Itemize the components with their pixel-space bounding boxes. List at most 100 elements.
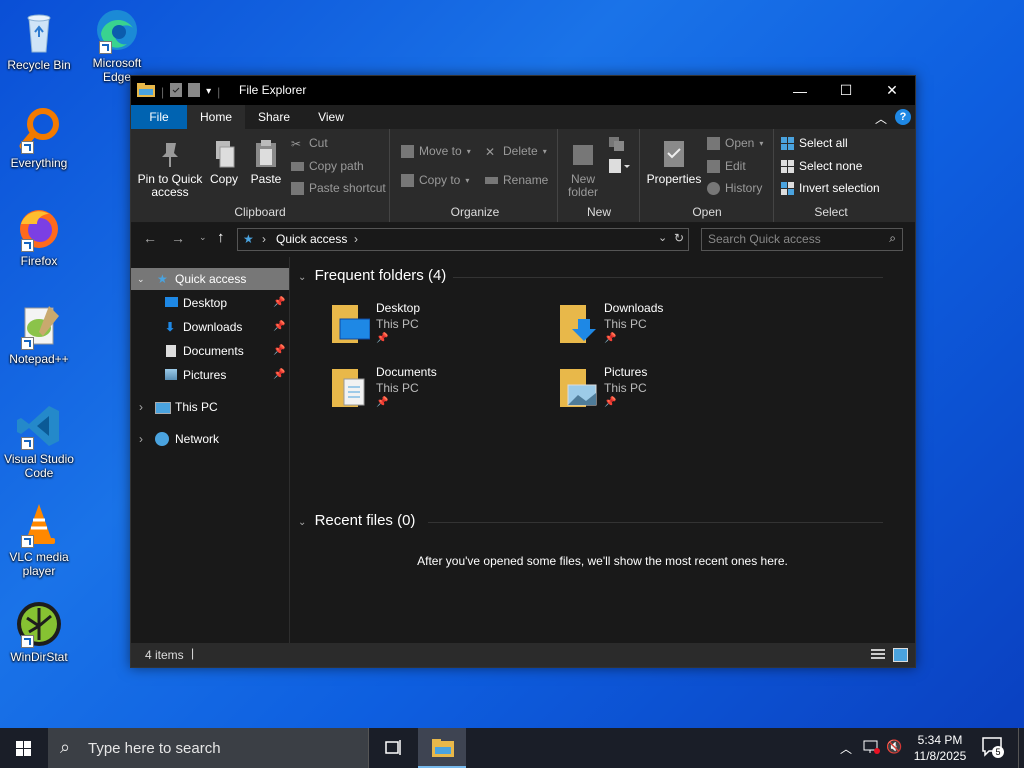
nav-item-documents[interactable]: Documents 📌 [131, 340, 289, 362]
tab-share[interactable]: Share [245, 105, 303, 129]
nav-item-network[interactable]: › Network [131, 428, 289, 450]
delete-button[interactable]: ✕ Delete ▾ [485, 144, 547, 159]
customize-qat-icon[interactable]: ▾ [206, 86, 211, 97]
desktop-icon-vlc[interactable]: VLC media player [0, 500, 78, 578]
select-all-button[interactable]: Select all [781, 136, 848, 150]
nav-item-pictures[interactable]: Pictures 📌 [131, 364, 289, 386]
cut-button[interactable]: ✂ Cut [291, 136, 328, 151]
expand-chevron-icon[interactable]: ⌄ [137, 268, 145, 290]
folder-name: Documents [376, 365, 437, 379]
folder-tile-documents[interactable]: Documents This PC 📌 [330, 365, 550, 421]
large-icons-view-icon[interactable] [893, 648, 908, 662]
pin-to-quick-access-button[interactable]: Pin to Quick access [137, 139, 203, 199]
copy-path-button[interactable]: Copy path [291, 159, 364, 173]
collapse-ribbon-icon[interactable]: ︿ [875, 110, 887, 127]
copy-label: Copy [209, 172, 238, 186]
frequent-folders-header[interactable]: ⌄ Frequent folders (4) [298, 267, 883, 284]
chevron-right-icon[interactable]: › [139, 428, 143, 450]
desktop-icon-vscode[interactable]: Visual Studio Code [0, 402, 78, 480]
task-view-button[interactable] [372, 728, 412, 768]
rename-label: Rename [503, 173, 549, 187]
start-button[interactable] [0, 728, 48, 768]
edge-icon [93, 6, 141, 54]
show-hidden-icons-button[interactable]: ︿ [840, 740, 852, 757]
history-button[interactable]: History [707, 181, 762, 195]
rename-button[interactable]: Rename [485, 173, 548, 187]
navigation-pane: ⌄ ★ Quick access Desktop 📌 ⬇ Downloads 📌… [131, 257, 290, 643]
desktop-icon [165, 297, 178, 307]
invert-selection-button[interactable]: Invert selection [781, 181, 880, 195]
invert-selection-label: Invert selection [799, 181, 880, 195]
back-button[interactable]: ← [143, 230, 157, 246]
copy-button[interactable]: Copy [207, 139, 241, 186]
nav-item-downloads[interactable]: ⬇ Downloads 📌 [131, 316, 289, 338]
notification-center-button[interactable]: 5 [982, 737, 1004, 760]
edit-button[interactable]: Edit [707, 159, 746, 173]
recent-files-header[interactable]: ⌄ Recent files (0) [298, 512, 883, 529]
easy-access-icon[interactable] [609, 159, 631, 178]
content-pane: ⌄ Frequent folders (4) Desktop This PC 📌… [290, 257, 915, 643]
taskbar-search-box[interactable]: ⌕ Type here to search [48, 728, 369, 768]
breadcrumb-chevron-icon[interactable]: › [354, 232, 358, 246]
folder-tile-pictures[interactable]: Pictures This PC 📌 [558, 365, 778, 421]
nav-item-this-pc[interactable]: › This PC [131, 396, 289, 418]
folder-tile-downloads[interactable]: Downloads This PC 📌 [558, 301, 778, 357]
paste-shortcut-button[interactable]: Paste shortcut [291, 181, 386, 195]
up-button[interactable]: ↑ [217, 229, 225, 246]
new-item-icon[interactable] [609, 137, 629, 156]
forward-button[interactable]: → [171, 230, 185, 246]
picture-icon [165, 369, 177, 380]
details-view-icon[interactable] [871, 649, 885, 660]
desktop-icon-recycle-bin[interactable]: Recycle Bin [0, 8, 78, 72]
nav-label: Pictures [183, 368, 227, 382]
file-explorer-window: | ▾ | File Explorer — ☐ ✕ File Home Shar… [130, 75, 916, 668]
pin-icon [156, 139, 184, 169]
maximize-button[interactable]: ☐ [823, 76, 869, 105]
folder-location: This PC [604, 381, 647, 395]
open-button[interactable]: Open ▾ [707, 136, 763, 150]
select-none-button[interactable]: Select none [781, 159, 862, 173]
search-input[interactable]: Search Quick access ⌕ [701, 228, 903, 251]
clock[interactable]: 5:34 PM 11/8/2025 [906, 732, 974, 764]
star-icon: ★ [157, 272, 168, 286]
desktop-icon-label: Recycle Bin [7, 58, 71, 72]
help-button[interactable]: ? [895, 109, 911, 125]
volume-muted-icon[interactable]: 🔇 [886, 739, 902, 755]
tab-file[interactable]: File [131, 105, 187, 129]
new-folder-button[interactable]: New folder [563, 139, 603, 199]
paste-button[interactable]: Paste [247, 139, 285, 186]
close-button[interactable]: ✕ [869, 76, 915, 105]
taskbar-file-explorer[interactable] [418, 728, 466, 768]
new-folder-qat-icon[interactable] [188, 83, 201, 100]
move-to-button[interactable]: Move to ▾ [401, 144, 471, 158]
properties-qat-icon[interactable] [170, 83, 183, 100]
edit-label: Edit [725, 159, 746, 173]
desktop-icon-firefox[interactable]: Firefox [0, 204, 78, 268]
refresh-icon[interactable]: ↻ [674, 231, 684, 245]
folder-tile-desktop[interactable]: Desktop This PC 📌 [330, 301, 550, 357]
tab-home[interactable]: Home [187, 105, 245, 129]
desktop-icon-notepadpp[interactable]: Notepad++ [0, 302, 78, 366]
address-box[interactable]: ★ › Quick access › ⌄ ↻ [237, 228, 689, 251]
recent-locations-button[interactable]: ⌄ [199, 232, 207, 243]
tab-view[interactable]: View [303, 105, 359, 129]
minimize-button[interactable]: — [777, 76, 823, 105]
desktop-icon-edge[interactable]: Microsoft Edge [78, 6, 156, 84]
copy-to-button[interactable]: Copy to ▾ [401, 173, 469, 187]
computer-icon [155, 402, 171, 414]
move-to-label: Move to [419, 144, 462, 158]
properties-button[interactable]: Properties [645, 139, 703, 186]
nav-item-quick-access[interactable]: ⌄ ★ Quick access [131, 268, 289, 290]
network-status-icon[interactable] [862, 740, 880, 757]
recent-files-empty-message: After you've opened some files, we'll sh… [417, 554, 788, 568]
desktop-icon-everything[interactable]: Everything [0, 106, 78, 170]
desktop-icon-label: WinDirStat [10, 650, 68, 664]
folder-location: This PC [376, 317, 419, 331]
address-dropdown-icon[interactable]: ⌄ [658, 231, 667, 244]
breadcrumb-quick-access[interactable]: Quick access [276, 232, 347, 246]
chevron-right-icon[interactable]: › [139, 396, 143, 418]
new-folder-icon [569, 139, 597, 169]
show-desktop-button[interactable] [1018, 728, 1024, 768]
desktop-icon-windirstat[interactable]: WinDirStat [0, 600, 78, 664]
nav-item-desktop[interactable]: Desktop 📌 [131, 292, 289, 314]
